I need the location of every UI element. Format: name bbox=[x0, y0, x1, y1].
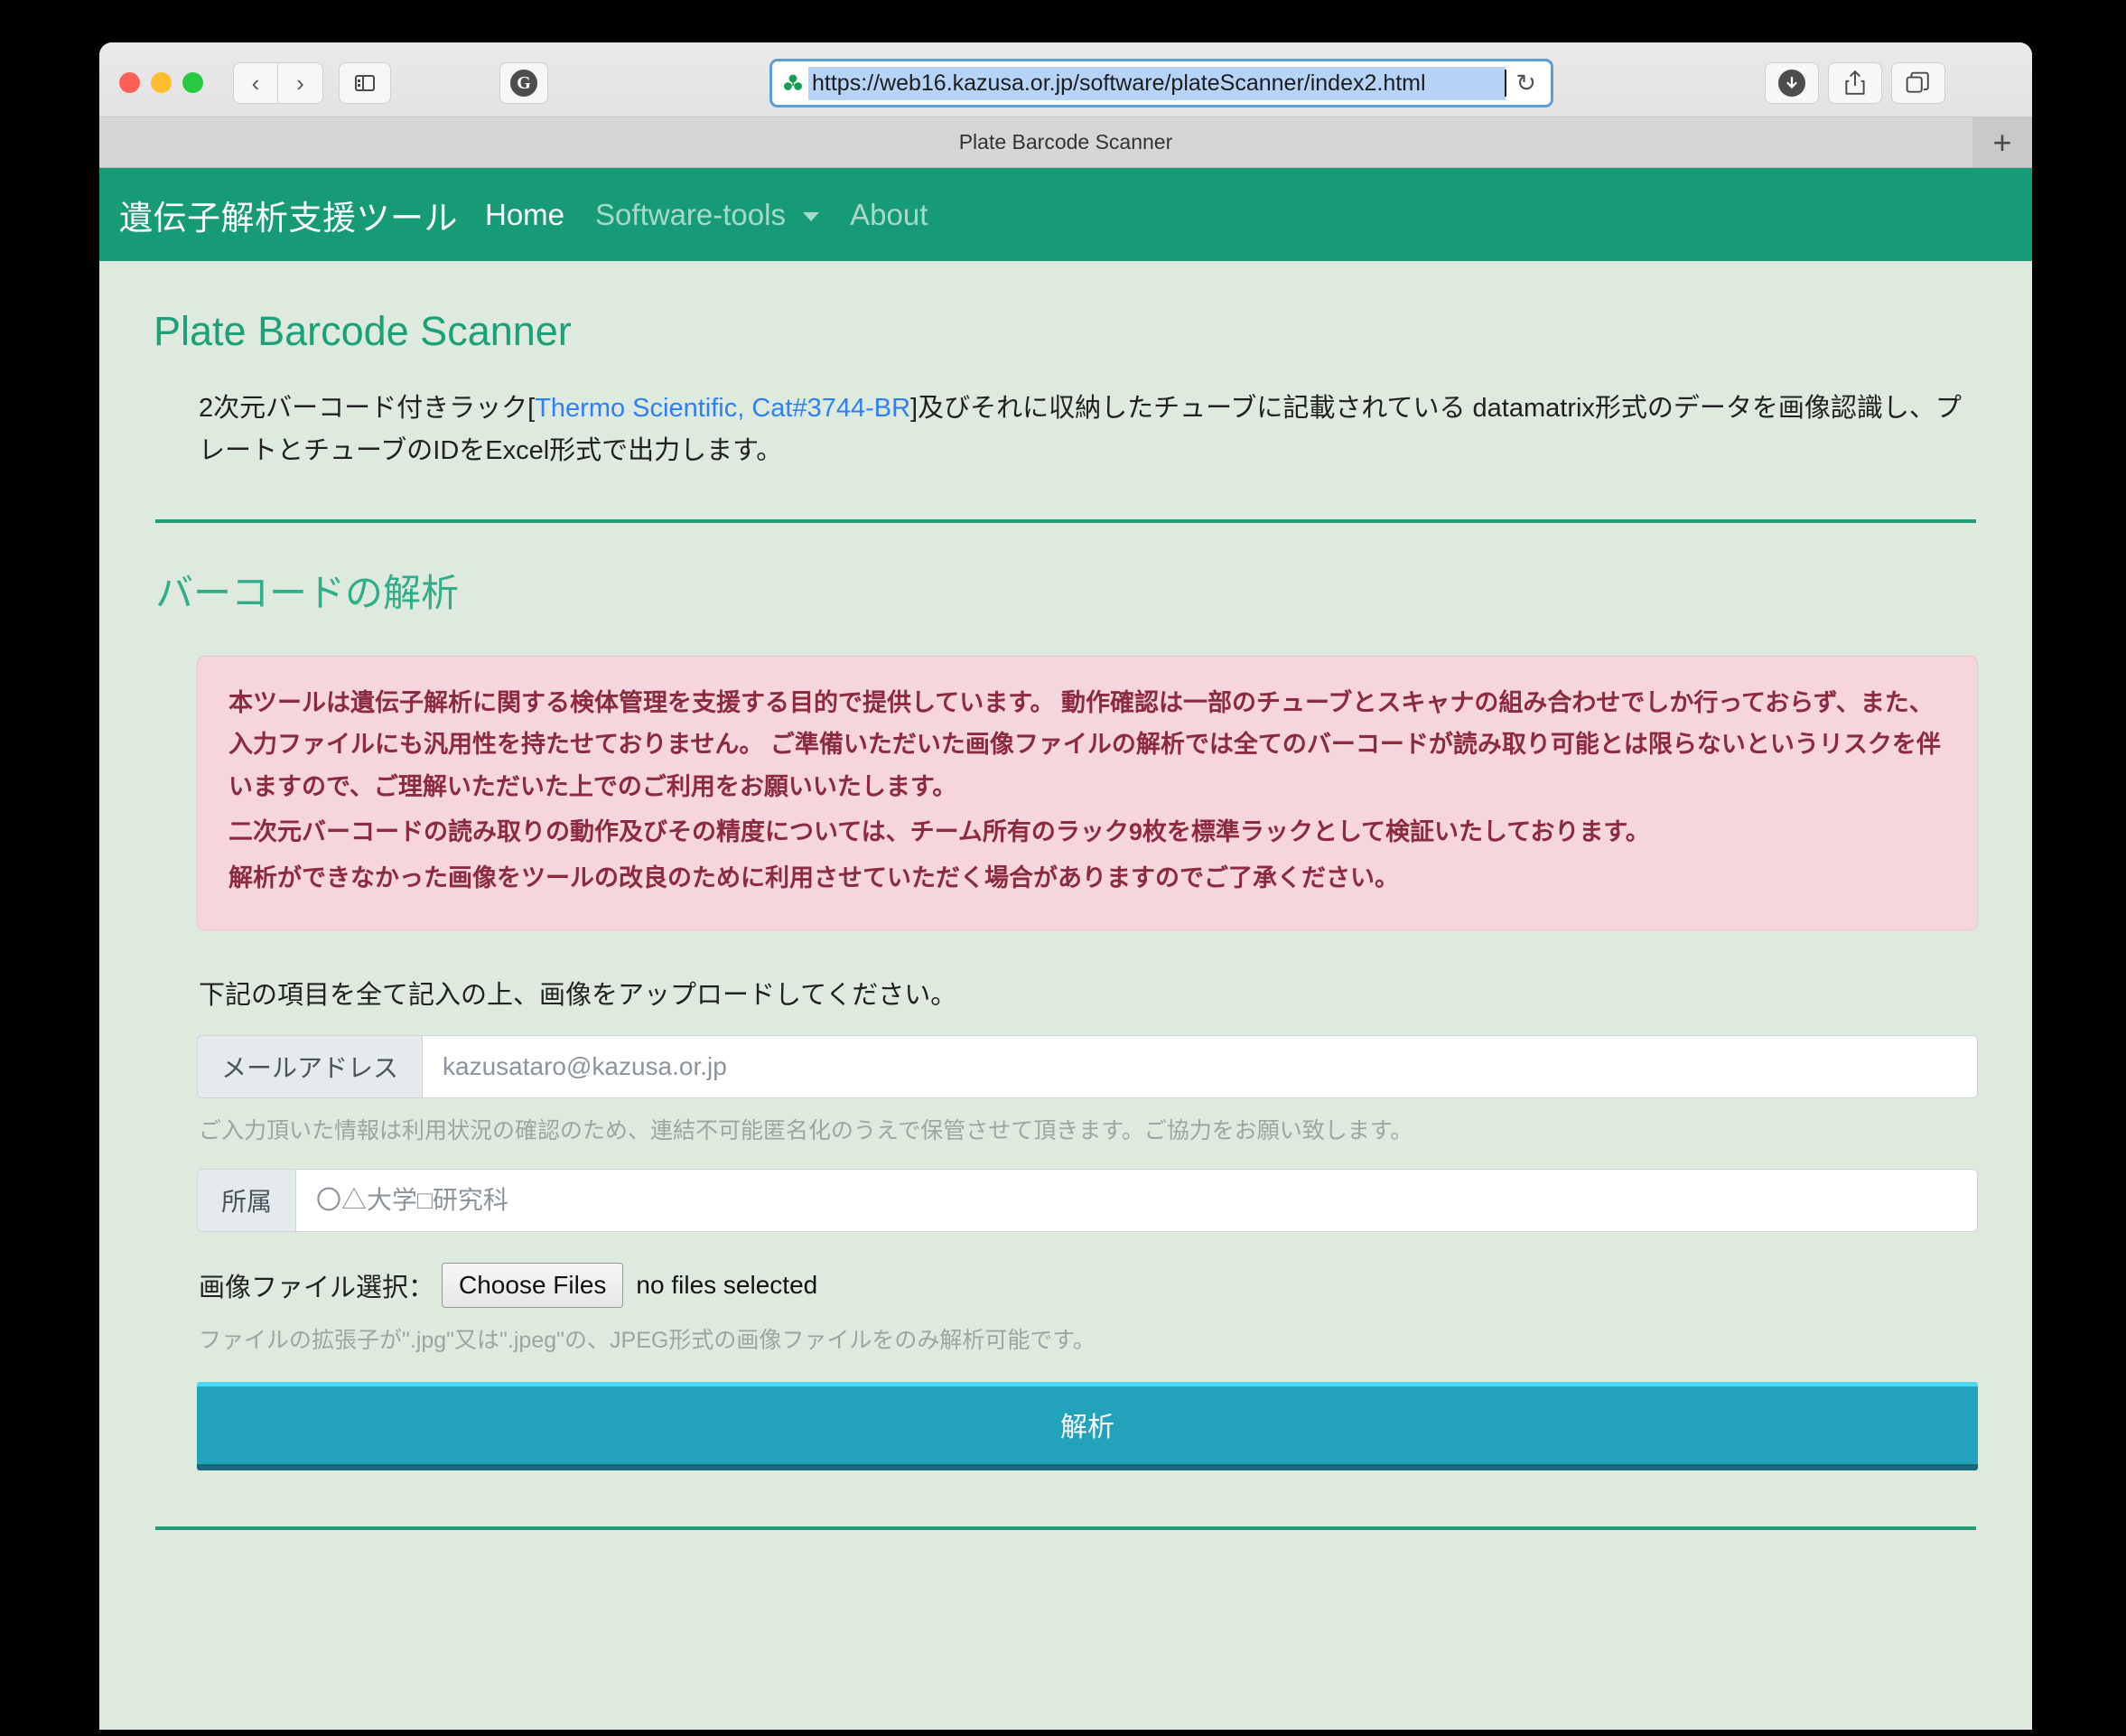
browser-toolbar: ‹ › G https://web16.kazusa.or.jp/softwar… bbox=[99, 42, 2032, 117]
new-tab-button[interactable]: + bbox=[1972, 117, 2032, 167]
clover-favicon bbox=[784, 74, 802, 90]
file-selection-status: no files selected bbox=[636, 1271, 818, 1300]
browser-window: ‹ › G https://web16.kazusa.or.jp/softwar… bbox=[99, 42, 2032, 1730]
text-caret bbox=[1505, 70, 1507, 97]
section-title: バーコードの解析 bbox=[155, 571, 460, 614]
download-icon bbox=[1778, 70, 1805, 97]
divider-bottom bbox=[155, 1526, 1976, 1531]
back-button[interactable]: ‹ bbox=[233, 62, 278, 104]
chevron-left-icon: ‹ bbox=[251, 70, 260, 97]
file-picker-label: 画像ファイル選択： bbox=[199, 1274, 435, 1303]
sidebar-toggle-button[interactable] bbox=[339, 62, 391, 104]
file-picker-row: 画像ファイル選択： Choose Files no files selected bbox=[148, 1263, 1983, 1309]
url-text: https://web16.kazusa.or.jp/software/plat… bbox=[808, 66, 1506, 100]
nav-link-software-tools-label: Software-tools bbox=[595, 197, 786, 231]
nav-link-about[interactable]: About bbox=[850, 198, 928, 232]
ghostery-icon: G bbox=[510, 70, 537, 97]
divider-top bbox=[155, 518, 1976, 523]
downloads-button[interactable] bbox=[1765, 62, 1819, 104]
email-input-group: メールアドレス bbox=[197, 1035, 1978, 1099]
analyze-button[interactable]: 解析 bbox=[197, 1382, 1978, 1471]
minimize-window-button[interactable] bbox=[151, 72, 172, 93]
close-window-button[interactable] bbox=[119, 72, 140, 93]
nav-link-software-tools[interactable]: Software-tools bbox=[595, 197, 820, 232]
tab-overview-button[interactable] bbox=[1891, 62, 1945, 104]
file-helper-text: ファイルの拡張子が".jpg"又は".jpeg"の、JPEG形式の画像ファイルを… bbox=[199, 1328, 1096, 1354]
share-icon bbox=[1845, 70, 1865, 95]
intro-before-link: 2次元バーコード付きラック[ bbox=[199, 394, 536, 423]
page-title: Plate Barcode Scanner bbox=[154, 308, 572, 354]
maximize-window-button[interactable] bbox=[182, 72, 203, 93]
ghostery-extension-button[interactable]: G bbox=[499, 62, 548, 104]
site-navbar: 遺伝子解析支援ツール Home Software-tools About bbox=[99, 168, 2032, 261]
site-brand[interactable]: 遺伝子解析支援ツール bbox=[119, 191, 458, 239]
alert-line-1: 本ツールは遺伝子解析に関する検体管理を支援する目的で提供しています。 動作確認は… bbox=[228, 688, 1941, 800]
chevron-down-icon bbox=[803, 211, 820, 221]
upload-instruction: 下記の項目を全て記入の上、画像をアップロードしてください。 bbox=[199, 981, 957, 1011]
alert-line-3: 解析ができなかった画像をツールの改良のために利用させていただく場合がありますので… bbox=[228, 863, 1399, 891]
disclaimer-alert: 本ツールは遺伝子解析に関する検体管理を支援する目的で提供しています。 動作確認は… bbox=[197, 655, 1978, 931]
forward-button[interactable]: › bbox=[278, 62, 323, 104]
chevron-right-icon: › bbox=[296, 70, 304, 97]
email-helper-text: ご入力頂いた情報は利用状況の確認のため、連結不可能匿名化のうえで保管させて頂きま… bbox=[199, 1118, 1413, 1144]
email-input[interactable] bbox=[423, 1036, 1977, 1098]
affiliation-input-group: 所属 bbox=[197, 1169, 1978, 1233]
sidebar-icon bbox=[355, 75, 375, 91]
intro-paragraph: 2次元バーコード付きラック[Thermo Scientific, Cat#374… bbox=[148, 387, 1983, 472]
plus-icon: + bbox=[1992, 123, 2012, 161]
active-tab-title[interactable]: Plate Barcode Scanner bbox=[959, 130, 1173, 154]
share-button[interactable] bbox=[1828, 62, 1882, 104]
choose-files-button[interactable]: Choose Files bbox=[442, 1263, 624, 1309]
affiliation-field-label: 所属 bbox=[198, 1170, 297, 1232]
email-field-label: メールアドレス bbox=[198, 1036, 424, 1098]
nav-link-home[interactable]: Home bbox=[485, 198, 564, 232]
thermo-scientific-link[interactable]: Thermo Scientific, Cat#3744-BR bbox=[535, 394, 910, 423]
tab-bar: Plate Barcode Scanner + bbox=[99, 117, 2032, 168]
tab-overview-icon bbox=[1906, 71, 1929, 93]
affiliation-input[interactable] bbox=[296, 1170, 1977, 1232]
window-controls bbox=[119, 72, 203, 93]
reload-icon[interactable]: ↻ bbox=[1515, 70, 1536, 98]
page-content: 遺伝子解析支援ツール Home Software-tools About Pla… bbox=[99, 168, 2032, 1729]
address-bar[interactable]: https://web16.kazusa.or.jp/software/plat… bbox=[769, 59, 1553, 107]
alert-line-2: 二次元バーコードの読み取りの動作及びその精度については、チーム所有のラック9枚を… bbox=[228, 818, 1650, 846]
